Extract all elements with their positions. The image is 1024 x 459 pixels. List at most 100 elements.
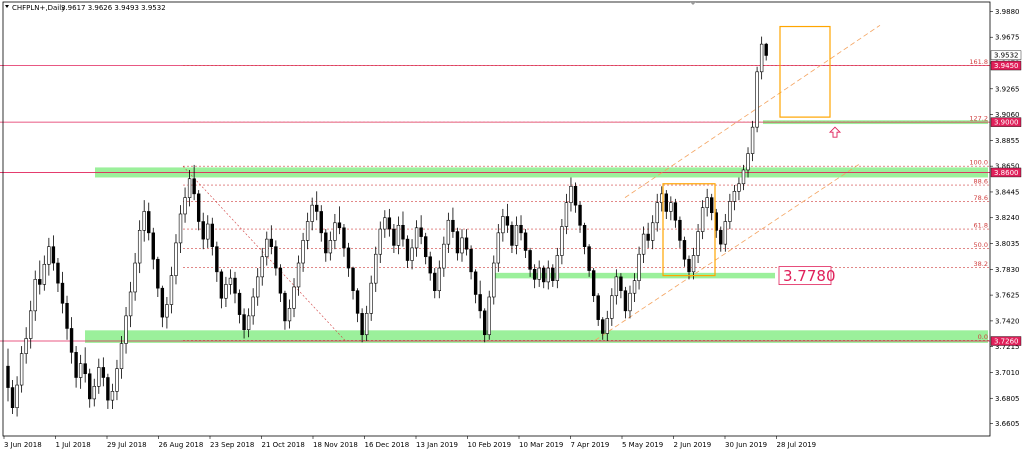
candle-body (274, 246, 278, 269)
candle-body (97, 367, 101, 387)
candle-body (38, 279, 42, 285)
candle-body (619, 276, 623, 292)
candle-body (196, 193, 201, 222)
candle-body (378, 228, 382, 255)
candle-body (60, 282, 65, 304)
candle-body (33, 279, 37, 312)
candle-body (147, 211, 151, 234)
candle-body (401, 224, 405, 240)
fib-label: 161.8 (969, 58, 988, 66)
x-tick-label: 21 Oct 2018 (262, 441, 305, 449)
candle-body (655, 202, 659, 224)
candle-body (455, 231, 460, 254)
x-tick-label: 5 May 2019 (622, 441, 663, 449)
candle-body (650, 222, 655, 241)
candle-body (687, 258, 691, 273)
candle-body (482, 310, 487, 336)
candle-body (564, 202, 569, 227)
candle-body (705, 197, 709, 208)
candle-body (750, 126, 755, 154)
candle-body (178, 213, 183, 244)
x-tick-label: 3 Jun 2018 (4, 441, 42, 449)
candle-body (142, 211, 146, 231)
candle-body (678, 219, 682, 241)
x-tick-label: 2 Jun 2019 (674, 441, 712, 449)
candle-body (292, 286, 296, 309)
candle-body (324, 232, 328, 254)
candle-body (187, 178, 192, 198)
candle-body (755, 71, 759, 128)
candle-body (700, 207, 705, 232)
y-tick-label: 3.8855 (995, 137, 1020, 145)
fib-label: 38.2 (974, 260, 988, 268)
support-zone (495, 272, 775, 279)
y-tick-label: 3.7420 (995, 317, 1020, 325)
candle-body (451, 219, 455, 232)
candle-body (215, 246, 219, 273)
candle-body (156, 258, 160, 289)
y-tick-label: 3.6605 (995, 420, 1020, 428)
price-tag-label: 3.9000 (994, 119, 1019, 127)
fib-label: 127.2 (969, 115, 988, 123)
candle-body (464, 237, 469, 250)
candle-body (296, 262, 301, 288)
y-tick-label: 3.7625 (995, 292, 1020, 300)
price-tag-label: 3.8600 (994, 169, 1019, 177)
candle-body (219, 271, 224, 299)
candle-body (719, 230, 723, 245)
x-tick-label: 30 Jun 2019 (725, 441, 767, 449)
x-tick-label: 13 Jan 2019 (416, 441, 458, 449)
fib-label: 0.0 (978, 333, 988, 341)
candle-body (578, 204, 582, 226)
candle-body (514, 224, 519, 246)
candle-body (83, 363, 87, 375)
x-tick-label: 10 Feb 2019 (468, 441, 512, 449)
candle-body (24, 338, 28, 354)
candle-body (19, 353, 24, 386)
candle-body (551, 267, 555, 281)
candle-body (532, 269, 537, 280)
candle-body (74, 352, 78, 378)
y-tick-label: 3.8445 (995, 188, 1020, 196)
candle-body (614, 276, 619, 297)
chart-header: CHFPLN+,Daily 3.9617 3.9626 3.9493 3.953… (5, 4, 166, 12)
candle-body (106, 377, 110, 401)
candle-body (110, 391, 115, 401)
y-tick-label: 3.9675 (995, 34, 1020, 42)
candle-body (723, 221, 728, 245)
chart-svg: 161.8 127.2 100.0 88.6 78.6 61.8 50.0 38.2 0.0 3… (0, 0, 1024, 455)
candle-body (437, 267, 441, 292)
candle-body (469, 248, 473, 273)
candle-body (510, 224, 514, 246)
candle-body (278, 267, 283, 294)
fib-label: 61.8 (974, 222, 988, 230)
candle-body (628, 292, 632, 312)
candle-body (537, 267, 541, 280)
candle-body (637, 253, 641, 281)
price-tag-label: 3.9450 (994, 62, 1019, 70)
candle-body (632, 280, 637, 294)
candle-body (337, 222, 342, 229)
candle-body (682, 240, 687, 260)
candle-body (47, 246, 51, 265)
y-tick-label: 3.8240 (995, 214, 1020, 222)
candle-body (283, 292, 287, 322)
candle-body (732, 191, 737, 202)
candle-body (392, 228, 396, 246)
candle-body (728, 201, 732, 222)
candle-body (88, 373, 92, 400)
candle-body (206, 223, 210, 240)
candle-body (496, 232, 501, 264)
candle-body (301, 240, 305, 264)
candle-body (65, 302, 69, 329)
candle-body (174, 242, 178, 276)
candle-body (369, 282, 373, 314)
candle-body (473, 271, 478, 295)
candle-body (587, 246, 591, 271)
candle-body (478, 294, 482, 312)
candle-body (664, 193, 669, 212)
candle-body (623, 290, 628, 312)
chart-ohlc: 3.9617 3.9626 3.9493 3.9532 (61, 4, 166, 12)
candle-body (446, 219, 451, 245)
candle-body (764, 43, 768, 56)
